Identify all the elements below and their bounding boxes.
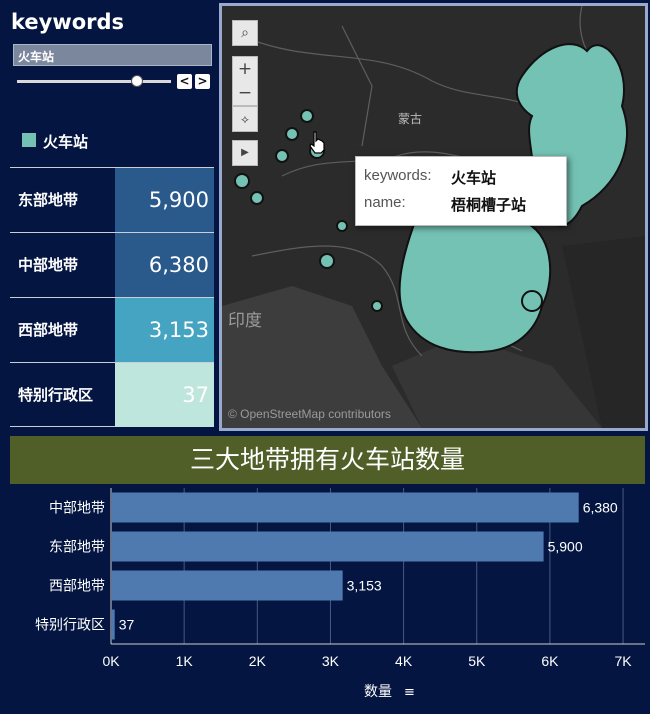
keyword-filter-dropdown[interactable]: 火车站 [13, 44, 212, 66]
region-value: 3,153 [115, 298, 214, 362]
x-tick-label: 5K [468, 653, 486, 669]
zoom-out-button[interactable]: − [233, 82, 257, 106]
map-label-mongolia: 蒙古 [398, 112, 423, 126]
station-cluster-south [398, 206, 552, 354]
category-label: 西部地带 [49, 579, 105, 595]
region-name: 东部地带 [18, 191, 79, 209]
x-tick-label: 7K [614, 653, 632, 669]
category-label: 特别行政区 [35, 618, 105, 634]
region-row[interactable]: 东部地带 5,900 [10, 167, 214, 232]
tooltip-value-keywords: 火车站 [451, 169, 497, 187]
map-expand-button[interactable]: ▶ [232, 140, 258, 166]
station-point [250, 191, 264, 205]
filter-title: keywords [11, 10, 125, 34]
region-name: 西部地带 [18, 321, 79, 339]
bar[interactable] [112, 609, 115, 640]
x-tick-label: 1K [176, 653, 194, 669]
tooltip-key-keywords: keywords: [364, 167, 432, 184]
play-icon: ▶ [241, 147, 249, 158]
region-table: 东部地带 5,900 中部地带 6,380 西部地带 3,153 特别行政区 3… [10, 167, 214, 427]
station-point [285, 127, 299, 141]
map-attribution[interactable]: © OpenStreetMap contributors [228, 407, 391, 421]
station-point [336, 220, 348, 232]
map-zoom-control: + − [232, 56, 258, 106]
hand-cursor-icon [309, 131, 325, 154]
region-row[interactable]: 特别行政区 37 [10, 362, 214, 427]
tooltip-key-name: name: [364, 194, 406, 211]
value-label: 6,380 [583, 500, 618, 516]
map-label-india: 印度 [228, 311, 262, 331]
zoom-in-button[interactable]: + [233, 57, 257, 82]
x-tick-label: 4K [395, 653, 413, 669]
filter-prev-button[interactable]: < [177, 74, 192, 89]
region-value: 5,900 [115, 168, 214, 232]
bar[interactable] [112, 570, 343, 601]
value-label: 37 [119, 617, 135, 633]
lasso-icon: ⟡ [241, 112, 249, 126]
map-search-button[interactable]: ⌕ [232, 20, 258, 46]
region-name: 特别行政区 [18, 386, 94, 404]
region-row[interactable]: 中部地带 6,380 [10, 232, 214, 297]
category-label: 东部地带 [49, 540, 105, 556]
x-tick-label: 2K [249, 653, 267, 669]
map-select-button[interactable]: ⟡ [232, 106, 258, 132]
filter-slider-thumb[interactable] [131, 75, 143, 87]
tooltip-value-name: 梧桐槽子站 [451, 196, 527, 214]
region-value: 37 [115, 363, 214, 427]
region-value: 6,380 [115, 233, 214, 297]
x-axis-title: 数量 [364, 684, 392, 700]
chart-title: 三大地带拥有火车站数量 [189, 445, 465, 474]
bar-chart[interactable]: 0K 1K 2K 3K 4K 5K 6K 7K 中部地带 6,380 东部地带 5,900 西部地带 3,… [0, 484, 650, 714]
chart-title-bar: 三大地带拥有火车站数量 [10, 436, 645, 484]
legend-label: 火车站 [43, 133, 89, 151]
category-label: 中部地带 [49, 501, 105, 517]
map-tooltip: keywords: 火车站 name: 梧桐槽子站 [355, 156, 567, 226]
legend-swatch [22, 133, 36, 147]
station-point [275, 149, 289, 163]
filter-next-button[interactable]: > [195, 74, 210, 89]
station-point [319, 253, 335, 269]
station-map[interactable]: ⌕ + − ⟡ ▶ 蒙古 印度 © OpenStreetMap contribu… [219, 3, 648, 431]
station-point [300, 109, 314, 123]
station-point [521, 290, 543, 312]
x-tick-label: 6K [541, 653, 559, 669]
bar[interactable] [112, 531, 544, 562]
x-tick-label: 3K [322, 653, 340, 669]
search-icon: ⌕ [241, 25, 249, 41]
sort-icon[interactable]: ≡ [404, 685, 415, 700]
filter-slider-track[interactable] [17, 80, 171, 83]
value-label: 3,153 [347, 578, 382, 594]
bar[interactable] [112, 492, 579, 523]
station-point [234, 173, 250, 189]
x-tick-label: 0K [102, 653, 120, 669]
value-label: 5,900 [548, 539, 583, 555]
region-name: 中部地带 [18, 256, 79, 274]
region-row[interactable]: 西部地带 3,153 [10, 297, 214, 362]
station-point [371, 300, 383, 312]
